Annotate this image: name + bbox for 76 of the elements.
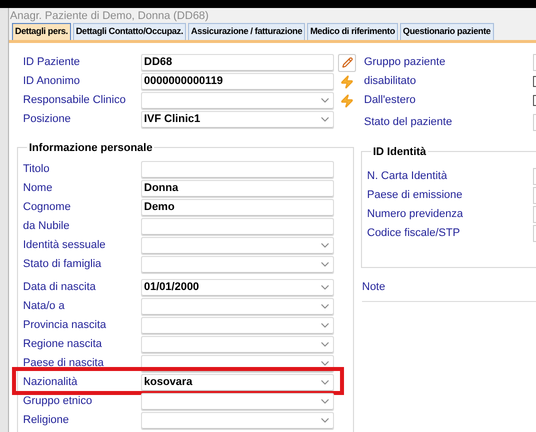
- field-label: Paese di nascita: [23, 356, 105, 372]
- note-label: Note: [362, 281, 386, 293]
- checkbox[interactable]: [533, 76, 536, 87]
- field-label: Codice fiscale/STP: [367, 226, 460, 242]
- chevron-down-icon: [321, 399, 329, 404]
- input-field[interactable]: Donna: [141, 180, 334, 198]
- chevron-down-icon: [321, 361, 329, 366]
- field-label: Dall'estero: [364, 93, 416, 108]
- chevron-down-icon: [321, 98, 329, 103]
- chevron-down-icon: [321, 418, 329, 423]
- dropdown-field[interactable]: IVF Clinic1: [141, 110, 334, 128]
- field-label: ID Paziente: [23, 55, 81, 70]
- input-field[interactable]: 0000000000119: [141, 72, 334, 90]
- chevron-down-icon: [321, 243, 329, 248]
- field-label: Cognome: [23, 200, 72, 216]
- input-field[interactable]: [533, 206, 536, 223]
- input-field[interactable]: [533, 54, 536, 71]
- input-field[interactable]: [141, 160, 334, 178]
- field-label: Gruppo paziente: [364, 55, 446, 70]
- field-label: Stato di famiglia: [23, 257, 102, 272]
- input-field[interactable]: [533, 168, 536, 185]
- dropdown-field[interactable]: [141, 316, 334, 334]
- chevron-down-icon: [321, 262, 329, 267]
- input-field[interactable]: [533, 187, 536, 204]
- dropdown-field[interactable]: [141, 256, 334, 274]
- group-title: ID Identità: [373, 146, 426, 158]
- field-label: Stato del paziente: [364, 114, 452, 130]
- dropdown-field[interactable]: [141, 298, 334, 316]
- field-label: Regione nascita: [23, 337, 103, 352]
- field-label: Responsabile Clinico: [23, 93, 127, 108]
- field-label: da Nubile: [23, 219, 70, 234]
- tab[interactable]: Medico di riferimento: [307, 23, 398, 40]
- input-field[interactable]: [141, 218, 334, 236]
- field-label: Identità sessuale: [23, 238, 107, 254]
- chevron-down-icon: [321, 117, 329, 122]
- field-label: Nome: [23, 181, 54, 196]
- chevron-down-icon: [321, 285, 329, 290]
- field-label: ID Anonimo: [23, 74, 81, 90]
- dropdown-field[interactable]: [141, 236, 334, 254]
- tab[interactable]: Dettagli pers.: [12, 23, 71, 40]
- field-label: Posizione: [23, 112, 72, 128]
- field-label: disabilitato: [364, 74, 416, 90]
- field-label: Titolo: [23, 162, 50, 178]
- lightning-icon[interactable]: [340, 94, 354, 108]
- field-label: Religione: [23, 413, 70, 428]
- chevron-down-icon: [321, 342, 329, 347]
- dropdown-field[interactable]: [141, 412, 334, 430]
- checkbox[interactable]: [533, 95, 536, 106]
- chevron-down-icon: [321, 323, 329, 328]
- dropdown-field[interactable]: [141, 92, 334, 110]
- pencil-icon: [342, 57, 352, 68]
- group-title: Informazione personale: [29, 142, 152, 154]
- input-field[interactable]: [533, 114, 536, 130]
- field-label: Nata/o a: [23, 299, 66, 314]
- chevron-down-icon: [321, 380, 329, 385]
- dropdown-field[interactable]: 01/01/2000: [141, 278, 334, 296]
- field-label: Provincia nascita: [23, 318, 108, 334]
- input-field[interactable]: [533, 225, 536, 242]
- chevron-down-icon: [321, 304, 329, 309]
- field-label: N. Carta Identità: [367, 169, 448, 184]
- dropdown-field[interactable]: [141, 392, 334, 410]
- edit-button[interactable]: [338, 54, 356, 72]
- tab[interactable]: Assicurazione / fatturazione: [188, 23, 306, 40]
- field-label: Data di nascita: [23, 280, 97, 296]
- dropdown-field[interactable]: [141, 336, 334, 354]
- window-title: Anagr. Paziente di Demo, Donna (DD68): [10, 9, 209, 24]
- field-label: Paese di emissione: [367, 188, 462, 204]
- tab[interactable]: Questionario paziente: [400, 23, 494, 40]
- tab[interactable]: Dettagli Contatto/Occupaz.: [72, 23, 186, 40]
- dropdown-field[interactable]: kosovara: [141, 374, 334, 392]
- field-label: Numero previdenza: [367, 207, 463, 222]
- input-field[interactable]: Demo: [141, 198, 334, 216]
- field-label: Nazionalità: [23, 375, 78, 390]
- input-field[interactable]: DD68: [141, 54, 334, 72]
- lightning-icon[interactable]: [340, 74, 354, 88]
- field-label: Gruppo etnico: [23, 394, 94, 410]
